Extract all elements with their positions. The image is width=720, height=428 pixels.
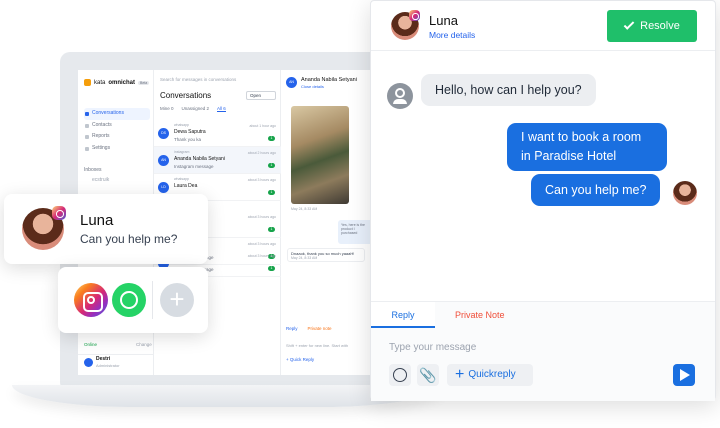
brand-light: kata (94, 79, 106, 86)
photo-time: May 24, 8:33 AM (291, 207, 318, 211)
sidebar-nav: Conversations Contacts Reports Settings (84, 108, 150, 154)
sidebar-item-conversations[interactable]: Conversations (84, 108, 150, 120)
tab-private-note[interactable]: Private Note (455, 302, 505, 328)
row-name: Laura Dea (174, 183, 198, 189)
row-time: about 1 hour ago (249, 124, 276, 128)
instagram-icon (409, 10, 420, 21)
channels-card: + (58, 267, 208, 333)
agent-role: Administrator (96, 363, 120, 368)
whatsapp-icon[interactable] (112, 283, 146, 317)
tab-all[interactable]: All 6 (217, 106, 226, 112)
row-channel: instagram (174, 150, 190, 154)
unread-badge: 1 (268, 136, 275, 141)
outgoing-message: I want to book a room in Paradise Hotel (507, 123, 667, 171)
incoming-bubble: Dnaaok, thank you so much yaaaH! May 24,… (287, 248, 365, 262)
conversation-tabs: Mine 0 Unassigned 2 All 6 (160, 106, 226, 112)
instagram-icon (52, 206, 66, 220)
row-message: Instagram message (174, 164, 214, 169)
app-logo: kata omnichat Beta (84, 79, 150, 86)
outgoing-message: Can you help me? (531, 174, 661, 206)
incoming-message-card[interactable]: Luna Can you help me? (4, 194, 208, 264)
row-channel: whatsapp (174, 177, 189, 181)
conversation-search[interactable]: Search for messages in conversations (160, 77, 236, 82)
instagram-icon[interactable] (74, 283, 108, 317)
omnichat-hero: kata omnichat Beta Conversations Contacts… (0, 0, 720, 428)
chat-header: Luna More details Resolve (371, 1, 715, 51)
check-icon (623, 19, 635, 30)
row-time: about 3 hours ago (247, 242, 276, 246)
row-time: about 3 hours ago (247, 215, 276, 219)
add-channel-button[interactable]: + (160, 283, 194, 317)
row-avatar: DS (158, 128, 169, 139)
inbox-item[interactable]: ecstruik (92, 177, 109, 183)
reply-area: Reply Private Note Type your message 📎 +… (371, 301, 715, 401)
plus-icon: + (455, 366, 465, 383)
agent-avatar (84, 358, 93, 367)
conversation-row[interactable]: DS whatsapp Dewa Saputra Thank you ka ab… (154, 120, 281, 147)
incoming-time: May 24, 8:33 AM (291, 256, 318, 260)
agent-avatar-icon (387, 83, 413, 109)
row-name: Dewa Saputra (174, 129, 206, 135)
luna-message: Can you help me? (80, 232, 178, 246)
conversation-row[interactable]: AN instagram Ananda Nabila Setyani Insta… (154, 147, 281, 174)
row-time: about 3 hours ago (247, 178, 276, 182)
shared-photo[interactable] (291, 106, 349, 204)
status-select[interactable]: Open (246, 91, 276, 100)
row-time: about 3 hours ago (247, 254, 276, 258)
chat-panel: Luna More details Resolve Hello, how can… (370, 0, 716, 401)
tab-reply[interactable]: Reply (286, 326, 298, 331)
laptop-quick-reply[interactable]: + Quick Reply (286, 357, 314, 362)
logo-mark-icon (84, 79, 91, 86)
row-avatar: AN (158, 155, 169, 166)
sidebar-item-reports[interactable]: Reports (84, 131, 150, 143)
resolve-label: Resolve (640, 20, 680, 32)
row-avatar: LD (158, 182, 169, 193)
online-status: Online (84, 342, 98, 347)
luna-name: Luna (80, 212, 114, 229)
attachment-icon[interactable]: 📎 (417, 364, 439, 386)
row-channel: whatsapp (174, 123, 189, 127)
sidebar-item-settings[interactable]: Settings (84, 143, 150, 155)
more-details-link[interactable]: More details (429, 30, 475, 40)
emoji-icon[interactable] (389, 364, 411, 386)
outgoing-bubble: Yes, here is the product I purchased (338, 220, 374, 244)
inboxes-label: Inboxes (84, 167, 102, 173)
user-avatar (673, 181, 697, 205)
unread-badge: 1 (268, 227, 275, 232)
row-time: about 2 hours ago (247, 151, 276, 155)
beta-badge: Beta (138, 80, 150, 85)
divider (152, 281, 153, 319)
send-button[interactable] (673, 364, 695, 386)
unread-badge: 1 (268, 266, 275, 271)
contact-name: Luna (429, 13, 458, 28)
brand-bold: omnichat (108, 79, 136, 86)
tab-reply[interactable]: Reply (371, 302, 435, 328)
quickreply-label: Quickreply (468, 369, 516, 380)
unread-badge: 1 (268, 190, 275, 195)
row-name: Ananda Nabila Setyani (174, 156, 225, 162)
conversations-title: Conversations (160, 91, 212, 100)
tab-mine[interactable]: Mine 0 (160, 106, 174, 112)
resolve-button[interactable]: Resolve (607, 10, 697, 42)
change-status-link[interactable]: Change (136, 342, 152, 347)
sidebar-item-contacts[interactable]: Contacts (84, 120, 150, 132)
laptop-reply-input[interactable]: Shift + enter for new line. Start with (286, 343, 348, 348)
incoming-message: Hello, how can I help you? (421, 74, 596, 106)
laptop-reply-tabs: Reply Private note (286, 326, 332, 331)
unread-badge: 1 (268, 163, 275, 168)
agent-name: Destri (96, 356, 111, 362)
row-message: Thank you ka (174, 137, 202, 142)
chat-contact-name: Ananda Nabila Setyani (301, 77, 357, 83)
chat-avatar: AN (286, 77, 297, 88)
quickreply-button[interactable]: + Quickreply (447, 364, 533, 386)
close-details-link[interactable]: Close details (301, 84, 324, 89)
message-input[interactable]: Type your message (389, 342, 476, 353)
laptop-chat: AN Ananda Nabila Setyani Close details M… (281, 70, 378, 375)
tab-unassigned[interactable]: Unassigned 2 (182, 106, 210, 112)
tab-private-note[interactable]: Private note (308, 326, 332, 331)
